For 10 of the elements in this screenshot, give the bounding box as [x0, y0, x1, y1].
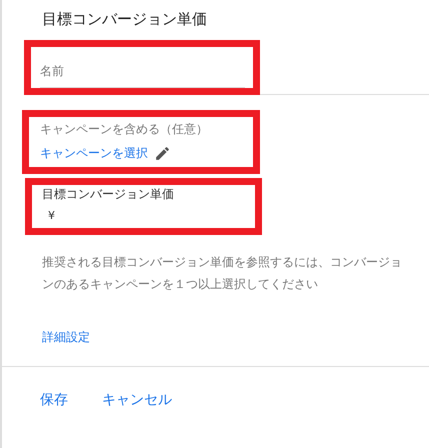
campaign-label: キャンペーンを含める（任意） — [40, 121, 209, 138]
select-campaign-link[interactable]: キャンペーンを選択 — [40, 145, 148, 162]
action-button[interactable]: キャンセル — [102, 391, 172, 409]
cpa-field[interactable]: ¥ — [42, 203, 88, 222]
advanced-settings-link[interactable]: 詳細設定 — [42, 329, 90, 346]
cpa-label: 目標コンバージョン単価 — [42, 186, 175, 203]
pencil-icon[interactable] — [154, 145, 171, 162]
dialog-title: 目標コンバージョン単価 — [42, 10, 208, 30]
help-text: 推奨される目標コンバージョン単価を参照するには、コンバージョ ンのあるキャンペーンを１つ以上選択してください — [42, 254, 403, 293]
action-button[interactable]: 保存 — [40, 391, 68, 409]
